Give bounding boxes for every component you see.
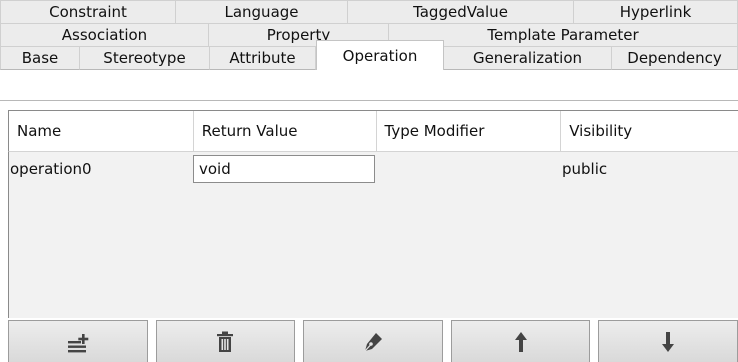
cell-return-value-input[interactable]: void: [193, 155, 375, 183]
column-header-type-modifier[interactable]: Type Modifier: [377, 111, 562, 151]
tab-operation[interactable]: Operation: [316, 40, 444, 70]
cell-type-modifier[interactable]: [375, 152, 558, 186]
tab-base[interactable]: Base: [0, 46, 80, 70]
tab-constraint[interactable]: Constraint: [0, 0, 176, 23]
column-header-return-value[interactable]: Return Value: [194, 111, 377, 151]
tab-generalization[interactable]: Generalization: [444, 46, 612, 70]
tab-association[interactable]: Association: [0, 23, 209, 46]
tab-hyperlink[interactable]: Hyperlink: [574, 0, 738, 23]
tab-taggedvalue[interactable]: TaggedValue: [348, 0, 574, 23]
arrow-down-icon: [662, 331, 675, 352]
move-up-button[interactable]: [450, 320, 591, 362]
add-list-icon: [67, 333, 89, 352]
move-down-button[interactable]: [598, 320, 738, 362]
table-row[interactable]: operation0 void public: [8, 152, 738, 186]
table-toolbar: [8, 320, 738, 362]
tab-dependency[interactable]: Dependency: [612, 46, 738, 70]
pen-icon: [364, 332, 382, 351]
table-header: Name Return Value Type Modifier Visibili…: [8, 110, 738, 152]
edit-operation-button[interactable]: [303, 320, 443, 362]
tab-row-3: Base Stereotype Attribute Operation Gene…: [0, 40, 738, 70]
arrow-up-icon: [514, 331, 527, 352]
tab-row-1: Constraint Language TaggedValue Hyperlin…: [0, 0, 738, 23]
cell-name[interactable]: operation0: [8, 152, 193, 186]
column-header-visibility[interactable]: Visibility: [561, 111, 738, 151]
add-operation-button[interactable]: [8, 320, 148, 362]
cell-visibility[interactable]: public: [558, 152, 735, 186]
delete-operation-button[interactable]: [155, 320, 296, 362]
trash-icon: [217, 331, 234, 352]
tab-attribute[interactable]: Attribute: [210, 46, 316, 70]
tab-stereotype[interactable]: Stereotype: [80, 46, 210, 70]
column-header-name[interactable]: Name: [9, 111, 194, 151]
tab-language[interactable]: Language: [176, 0, 348, 23]
